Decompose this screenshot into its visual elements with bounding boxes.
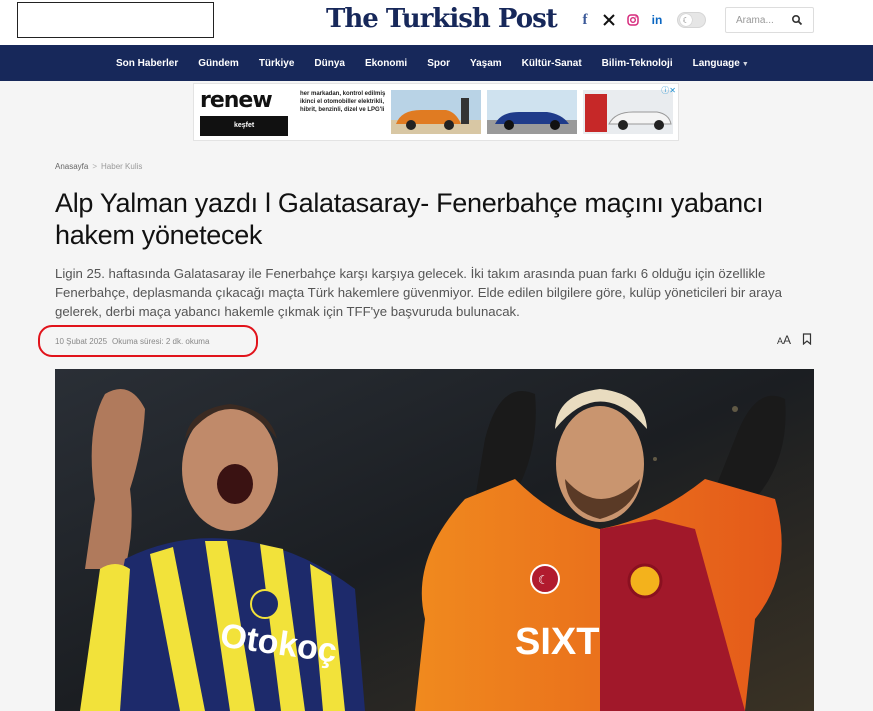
nav-item-son-haberler[interactable]: Son Haberler (106, 58, 188, 69)
nav-item-turkiye[interactable]: Türkiye (249, 58, 305, 69)
ad-car-image-3 (583, 90, 673, 134)
facebook-icon[interactable]: f (573, 11, 597, 29)
nav-item-spor[interactable]: Spor (417, 58, 460, 69)
ad-car-image-2 (487, 90, 577, 134)
site-header: The Turkish Post f in ☾ Arama... (0, 0, 873, 45)
search-input[interactable]: Arama... (736, 15, 774, 26)
nav-item-yasam[interactable]: Yaşam (460, 58, 512, 69)
social-links: f in (573, 11, 669, 29)
article-summary: Ligin 25. haftasında Galatasaray ile Fen… (55, 266, 782, 319)
search-box[interactable]: Arama... (725, 7, 814, 33)
chevron-down-icon: ▼ (741, 60, 749, 68)
x-icon[interactable] (597, 11, 621, 29)
empty-placeholder-box (17, 2, 214, 38)
article-title: Alp Yalman yazdı l Galatasaray- Fenerbah… (55, 188, 764, 250)
search-icon[interactable] (791, 14, 803, 26)
instagram-icon[interactable] (621, 11, 645, 29)
language-label: Language (692, 57, 740, 69)
ad-car-image-1 (391, 90, 481, 134)
ad-choices-icon[interactable]: ⓘ✕ (661, 85, 676, 96)
red-highlight-annotation (38, 325, 258, 357)
ad-logo: renew (200, 88, 273, 113)
moon-icon: ☾ (680, 14, 692, 26)
nav-item-ekonomi[interactable]: Ekonomi (355, 58, 417, 69)
dark-mode-toggle[interactable]: ☾ (677, 12, 706, 28)
font-size-toggle[interactable]: AA (777, 333, 791, 347)
nav-item-bilim-teknoloji[interactable]: Bilim-Teknoloji (592, 58, 683, 69)
bookmark-icon[interactable] (802, 333, 812, 345)
advertisement-banner[interactable]: renew keşfet her markadan, kontrol edilm… (193, 83, 679, 141)
nav-item-gundem[interactable]: Gündem (188, 58, 249, 69)
breadcrumb-category[interactable]: Haber Kulis (101, 162, 142, 171)
article-hero-image: Otokoç ☾ SIXT (55, 369, 814, 711)
linkedin-icon[interactable]: in (645, 11, 669, 29)
breadcrumb-separator: > (92, 162, 98, 171)
nav-item-dunya[interactable]: Dünya (304, 58, 355, 69)
nav-item-kultur-sanat[interactable]: Kültür-Sanat (512, 58, 592, 69)
breadcrumb-home[interactable]: Anasayfa (55, 162, 88, 171)
main-navigation: Son Haberler Gündem Türkiye Dünya Ekonom… (0, 45, 873, 81)
site-logo[interactable]: The Turkish Post (326, 4, 558, 34)
crescent-emblem: ☾ (538, 573, 549, 587)
right-jersey-sponsor: SIXT (515, 621, 599, 663)
ad-text: her markadan, kontrol edilmiş ikinci el … (300, 91, 386, 113)
ad-cta-button[interactable]: keşfet (200, 116, 288, 136)
nav-item-language[interactable]: Language ▼ (683, 58, 759, 69)
breadcrumb: Anasayfa > Haber Kulis (55, 162, 142, 171)
